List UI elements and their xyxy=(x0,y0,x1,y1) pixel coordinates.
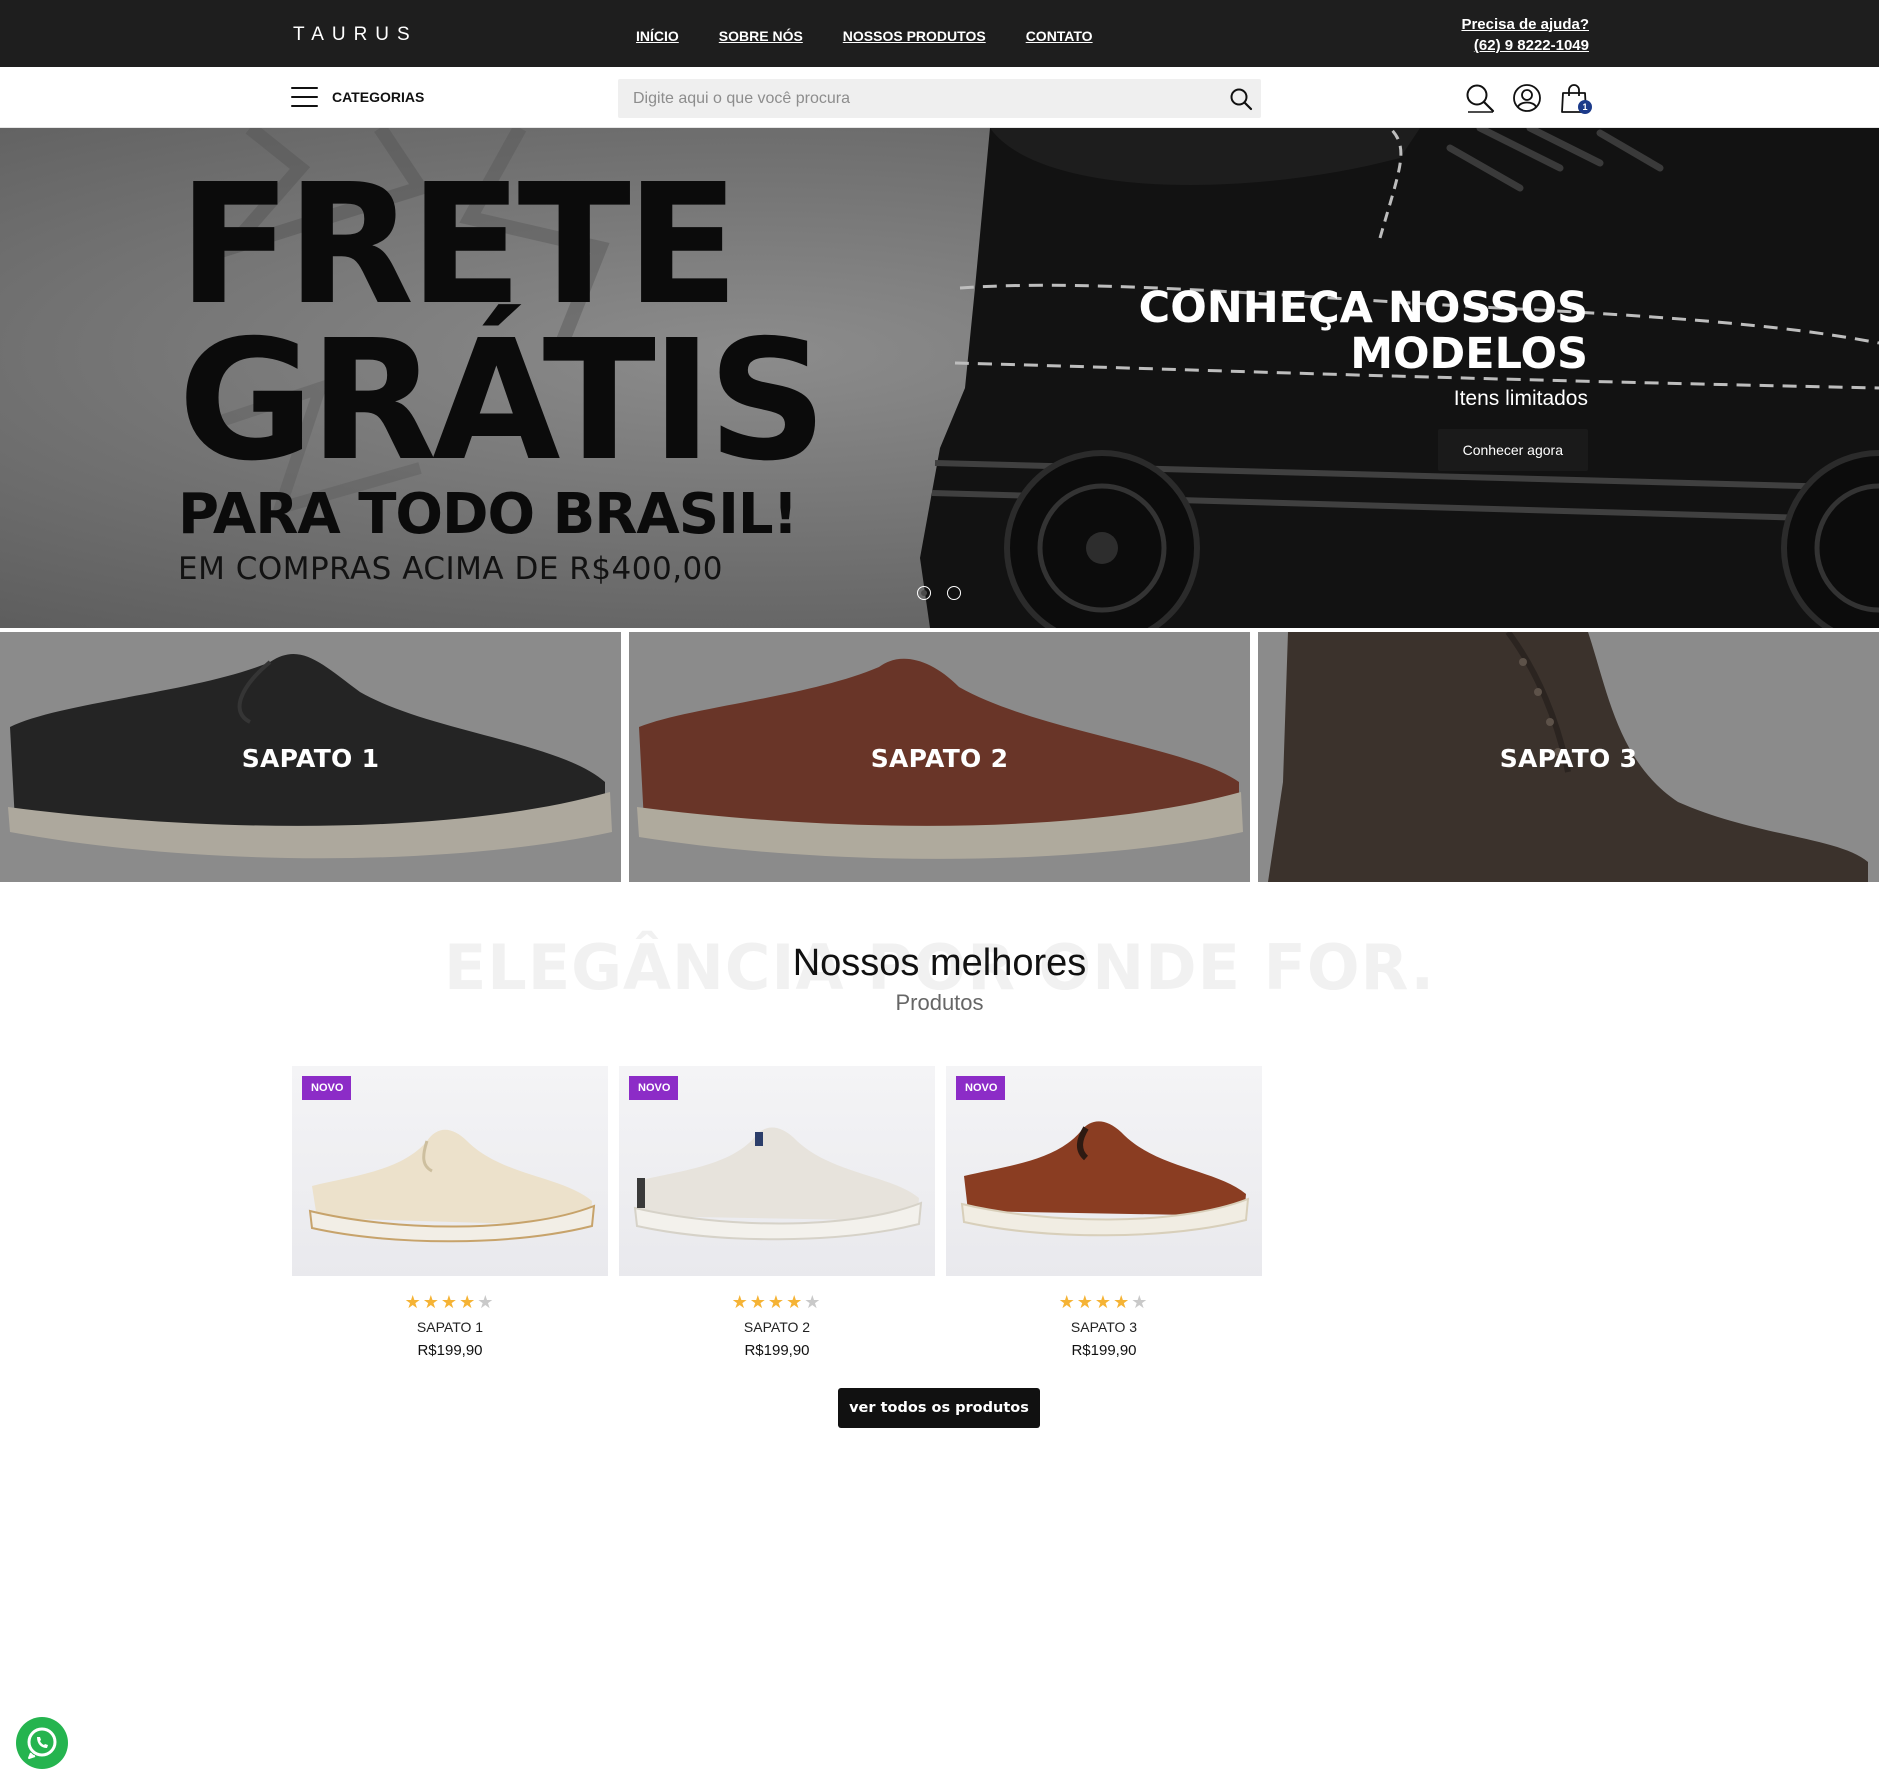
menu-icon xyxy=(291,87,318,107)
category-label: SAPATO 1 xyxy=(241,744,380,773)
rating-stars: ★★★★★ xyxy=(1058,1292,1150,1312)
main-nav: INÍCIO SOBRE NÓS NOSSOS PRODUTOS CONTATO xyxy=(636,28,1133,44)
carousel-dot-2[interactable] xyxy=(947,586,961,600)
product-image: NOVO xyxy=(946,1066,1262,1276)
product-image: NOVO xyxy=(292,1066,608,1276)
product-image: NOVO xyxy=(619,1066,935,1276)
category-tiles: SAPATO 1 SAPATO 2 SAPATO 3 xyxy=(0,632,1879,882)
category-tile-sapato-2[interactable]: SAPATO 2 xyxy=(629,632,1250,882)
promo-line-brasil: PARA TODO BRASIL! xyxy=(178,482,798,547)
rating-stars: ★★★★★ xyxy=(404,1292,496,1312)
new-badge: NOVO xyxy=(956,1076,1006,1100)
category-tile-sapato-3[interactable]: SAPATO 3 xyxy=(1258,632,1879,882)
hero-banner: FRETE GRÁTIS PARA TODO BRASIL! EM COMPRA… xyxy=(0,128,1879,628)
help-phone[interactable]: (62) 9 8222-1049 xyxy=(1461,35,1589,56)
hero-caption: CONHEÇA NOSSOS MODELOS Itens limitados C… xyxy=(1128,285,1588,471)
hero-subtitle: Itens limitados xyxy=(1453,387,1588,410)
categories-label: CATEGORIAS xyxy=(332,89,425,105)
nav-sobre-nos[interactable]: SOBRE NÓS xyxy=(719,28,803,44)
nav-nossos-produtos[interactable]: NOSSOS PRODUTOS xyxy=(843,28,986,44)
whatsapp-icon xyxy=(27,1727,57,1759)
promo-banner-text: FRETE GRÁTIS PARA TODO BRASIL! EM COMPRA… xyxy=(178,149,827,590)
header-icons: 1 xyxy=(1448,82,1592,114)
product-name: SAPATO 2 xyxy=(743,1319,811,1335)
nav-inicio[interactable]: INÍCIO xyxy=(636,28,679,44)
view-all-products-button[interactable]: ver todos os produtos xyxy=(838,1388,1040,1428)
category-label: SAPATO 2 xyxy=(870,744,1009,773)
categories-button[interactable]: CATEGORIAS xyxy=(291,87,424,107)
new-badge: NOVO xyxy=(629,1076,679,1100)
product-card[interactable]: NOVO ★★★★★ SAPATO 3 R$199,90 xyxy=(946,1066,1262,1359)
section-subtitle: Produtos xyxy=(895,990,984,1015)
user-icon[interactable] xyxy=(1512,82,1542,114)
category-label: SAPATO 3 xyxy=(1499,744,1638,773)
hero-cta-button[interactable]: Conhecer agora xyxy=(1437,429,1588,471)
promo-line-condition: EM COMPRAS ACIMA DE R$400,00 xyxy=(178,551,723,587)
top-bar: TAURUS INÍCIO SOBRE NÓS NOSSOS PRODUTOS … xyxy=(0,0,1879,67)
search-icon[interactable] xyxy=(1465,82,1495,114)
help-title[interactable]: Precisa de ajuda? xyxy=(1461,14,1589,35)
product-price: R$199,90 xyxy=(417,1342,483,1359)
section-title: Nossos melhores xyxy=(792,942,1087,984)
search-box xyxy=(618,79,1261,118)
promo-line-frete: FRETE xyxy=(178,149,739,342)
cart-count-badge: 1 xyxy=(1578,100,1592,114)
rating-stars: ★★★★★ xyxy=(731,1292,823,1312)
product-price: R$199,90 xyxy=(744,1342,810,1359)
product-list: NOVO ★★★★★ SAPATO 1 R$199,90 NOVO ★★★★★ … xyxy=(292,1066,1273,1359)
search-icon[interactable] xyxy=(1229,87,1253,111)
carousel-dot-1[interactable] xyxy=(917,586,931,600)
logo[interactable]: TAURUS xyxy=(293,24,418,46)
product-card[interactable]: NOVO ★★★★★ SAPATO 1 R$199,90 xyxy=(292,1066,608,1359)
bag-icon[interactable]: 1 xyxy=(1559,82,1592,114)
product-name: SAPATO 3 xyxy=(1070,1319,1138,1335)
carousel-dots xyxy=(917,586,977,600)
toolbar: CATEGORIAS 1 xyxy=(0,67,1879,128)
product-price: R$199,90 xyxy=(1071,1342,1137,1359)
category-tile-sapato-1[interactable]: SAPATO 1 xyxy=(0,632,621,882)
new-badge: NOVO xyxy=(302,1076,352,1100)
help-contact: Precisa de ajuda? (62) 9 8222-1049 xyxy=(1461,14,1589,56)
nav-contato[interactable]: CONTATO xyxy=(1026,28,1093,44)
product-name: SAPATO 1 xyxy=(416,1319,484,1335)
whatsapp-button[interactable] xyxy=(16,1717,68,1769)
promo-line-gratis: GRÁTIS xyxy=(178,305,827,498)
hero-title: CONHEÇA NOSSOS MODELOS xyxy=(1138,283,1588,379)
search-input[interactable] xyxy=(618,79,1208,118)
product-card[interactable]: NOVO ★★★★★ SAPATO 2 R$199,90 xyxy=(619,1066,935,1359)
